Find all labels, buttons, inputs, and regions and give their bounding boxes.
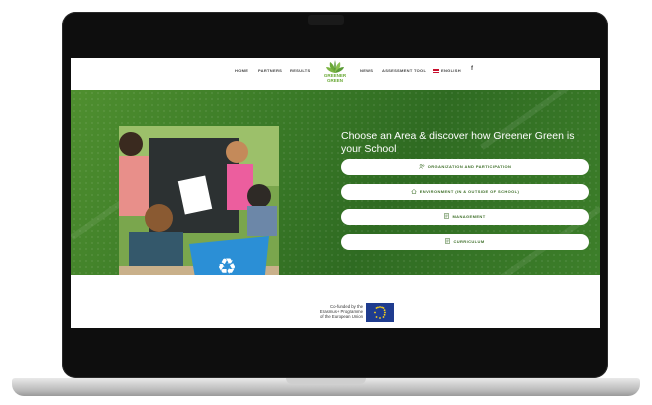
laptop-hinge-notch <box>286 378 366 384</box>
hero-photo: ♻ <box>119 126 279 275</box>
laptop-screen: HOME PARTNERS RESULTS GREENER GREEN NEWS… <box>71 58 600 328</box>
nav-news[interactable]: NEWS <box>360 68 373 73</box>
nav-results[interactable]: RESULTS <box>290 68 310 73</box>
area-button-label: ENVIRONMENT (IN & OUTSIDE OF SCHOOL) <box>419 189 520 194</box>
area-button-environment[interactable]: ENVIRONMENT (IN & OUTSIDE OF SCHOOL) <box>341 184 589 200</box>
logo-text-line2: GREEN <box>326 77 343 83</box>
eu-flag-icon <box>366 303 394 322</box>
cofunded-text: Co-funded by the Erasmus+ Programme of t… <box>303 304 363 319</box>
site-footer: Co-funded by the Erasmus+ Programme of t… <box>71 275 600 328</box>
greener-green-logo[interactable]: GREENER GREEN <box>319 60 351 90</box>
uk-flag-icon <box>433 69 439 73</box>
leaf-logo-icon <box>326 60 344 73</box>
language-selector[interactable]: ENGLISH <box>433 68 461 73</box>
facebook-icon[interactable]: f <box>471 66 473 72</box>
area-button-management[interactable]: MANAGEMENT <box>341 209 589 225</box>
area-button-label: ORGANIZATION AND PARTICIPATION <box>427 164 512 169</box>
area-button-curriculum[interactable]: CURRICULUM <box>341 234 589 250</box>
area-button-label: MANAGEMENT <box>452 214 486 219</box>
people-icon <box>418 160 425 176</box>
svg-text:♻: ♻ <box>217 255 237 275</box>
nav-assessment-tool[interactable]: ASSESSMENT TOOL <box>382 68 426 73</box>
cofund-line: of the European Union <box>319 314 363 319</box>
area-button-label: CURRICULUM <box>453 239 485 244</box>
recycling-photo-illustration: ♻ <box>119 126 279 275</box>
site-header: HOME PARTNERS RESULTS GREENER GREEN NEWS… <box>71 58 600 90</box>
document-icon <box>445 235 451 251</box>
laptop-camera <box>308 15 344 25</box>
hero-section: ♻ Choose an Area & discover how Greener … <box>71 90 600 275</box>
hero-title: Choose an Area & discover how Greener Gr… <box>341 130 575 155</box>
area-button-organization[interactable]: ORGANIZATION AND PARTICIPATION <box>341 159 589 175</box>
nav-home[interactable]: HOME <box>235 68 248 73</box>
language-label: ENGLISH <box>441 68 461 73</box>
home-icon <box>411 185 417 201</box>
nav-partners[interactable]: PARTNERS <box>258 68 282 73</box>
document-icon <box>444 210 450 226</box>
